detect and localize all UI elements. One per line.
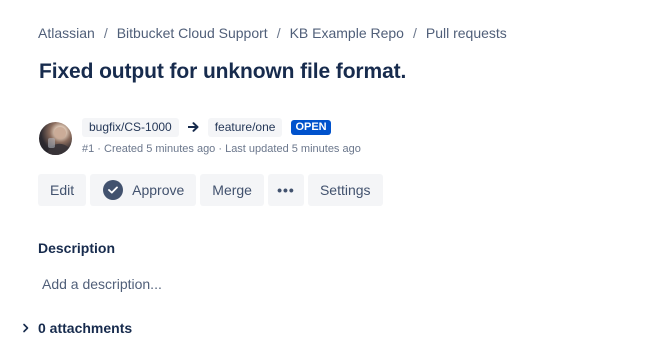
approve-label: Approve: [132, 182, 185, 198]
breadcrumb-item-pull-requests[interactable]: Pull requests: [426, 25, 507, 41]
more-horizontal-icon: •••: [277, 182, 295, 198]
action-bar: Edit Approve Merge ••• Settings: [38, 174, 383, 206]
user-avatar[interactable]: [39, 122, 72, 155]
page-title: Fixed output for unknown file format.: [39, 60, 407, 83]
breadcrumb-separator: /: [276, 25, 281, 41]
pull-request-meta: #1 · Created 5 minutes ago · Last update…: [82, 143, 361, 155]
source-branch[interactable]: bugfix/CS-1000: [82, 118, 179, 137]
approve-button[interactable]: Approve: [90, 174, 197, 206]
destination-branch[interactable]: feature/one: [207, 118, 283, 137]
more-options-button[interactable]: •••: [267, 174, 304, 206]
breadcrumb-item-kb-example-repo[interactable]: KB Example Repo: [290, 25, 404, 41]
breadcrumb-item-atlassian[interactable]: Atlassian: [38, 25, 95, 41]
breadcrumb: Atlassian / Bitbucket Cloud Support / KB Exa…: [38, 25, 507, 41]
merge-button[interactable]: Merge: [200, 174, 264, 206]
attachments-toggle[interactable]: 0 attachments: [22, 320, 132, 336]
check-circle-icon: [103, 180, 124, 200]
breadcrumb-separator: /: [412, 25, 417, 41]
description-heading: Description: [38, 240, 116, 256]
breadcrumb-item-bitbucket-cloud-support[interactable]: Bitbucket Cloud Support: [117, 25, 268, 41]
attachments-label: 0 attachments: [38, 320, 133, 336]
edit-button[interactable]: Edit: [38, 174, 87, 206]
settings-button[interactable]: Settings: [307, 174, 383, 206]
chevron-right-icon: [22, 323, 38, 333]
branch-info: bugfix/CS-1000 feature/one OPEN: [82, 118, 331, 137]
avatar-image: [47, 127, 72, 155]
status-badge: OPEN: [291, 120, 331, 135]
breadcrumb-separator: /: [103, 25, 108, 41]
arrow-right-icon: [186, 120, 199, 135]
description-input[interactable]: Add a description...: [42, 276, 162, 292]
